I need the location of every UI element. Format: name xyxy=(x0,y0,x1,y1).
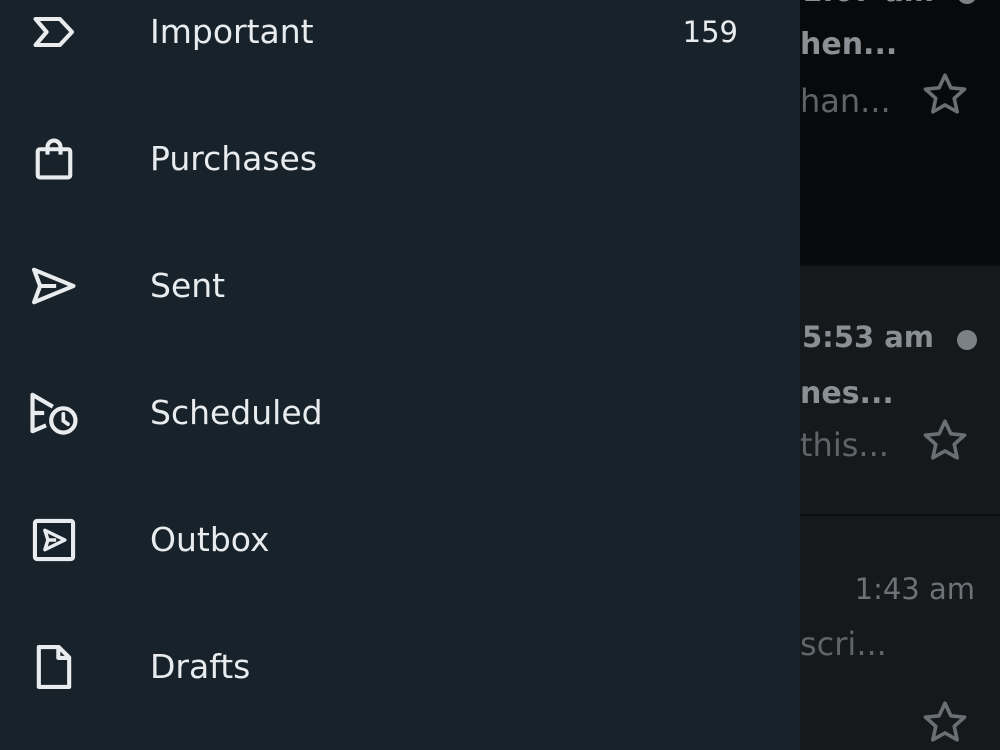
drawer-item-label: Purchases xyxy=(150,139,318,178)
drawer-item-outbox[interactable]: Outbox xyxy=(0,476,800,603)
scheduled-send-icon xyxy=(26,385,82,441)
email-snippet: han... xyxy=(800,82,891,120)
unread-dot xyxy=(957,330,977,350)
unread-dot xyxy=(957,0,977,4)
email-snippet: scri... xyxy=(800,625,887,663)
email-subject: nes... xyxy=(800,376,894,411)
drawer-item-scheduled[interactable]: Scheduled xyxy=(0,349,800,476)
navigation-drawer: Important 159 Purchases Sent Scheduled O… xyxy=(0,0,800,750)
drawer-item-sent[interactable]: Sent xyxy=(0,222,800,349)
star-icon[interactable] xyxy=(918,414,972,468)
email-snippet: this... xyxy=(800,426,889,464)
drawer-item-important[interactable]: Important 159 xyxy=(0,0,800,95)
drawer-item-drafts[interactable]: Drafts xyxy=(0,603,800,730)
email-time: 11:07 am xyxy=(800,0,934,8)
unread-count: 159 xyxy=(682,14,738,49)
drawer-item-label: Outbox xyxy=(150,520,270,559)
gmail-screen: 11:07 am hen... han... 5:53 am nes... th… xyxy=(0,0,1000,750)
outbox-icon xyxy=(26,512,82,568)
drawer-item-label: Drafts xyxy=(150,647,251,686)
star-icon[interactable] xyxy=(918,68,972,122)
drawer-item-label: Sent xyxy=(150,266,226,305)
important-icon xyxy=(26,4,82,60)
send-icon xyxy=(26,258,82,314)
email-list-visible-area: 11:07 am hen... han... 5:53 am nes... th… xyxy=(800,0,1000,750)
drawer-item-label: Scheduled xyxy=(150,393,323,432)
email-time: 5:53 am xyxy=(801,320,934,354)
draft-icon xyxy=(26,639,82,695)
drawer-item-purchases[interactable]: Purchases xyxy=(0,95,800,222)
drawer-item-label: Important xyxy=(150,12,314,51)
email-subject: hen... xyxy=(800,27,898,62)
shopping-bag-icon xyxy=(26,131,82,187)
email-time: 1:43 am xyxy=(854,572,975,606)
star-icon[interactable] xyxy=(918,696,972,750)
